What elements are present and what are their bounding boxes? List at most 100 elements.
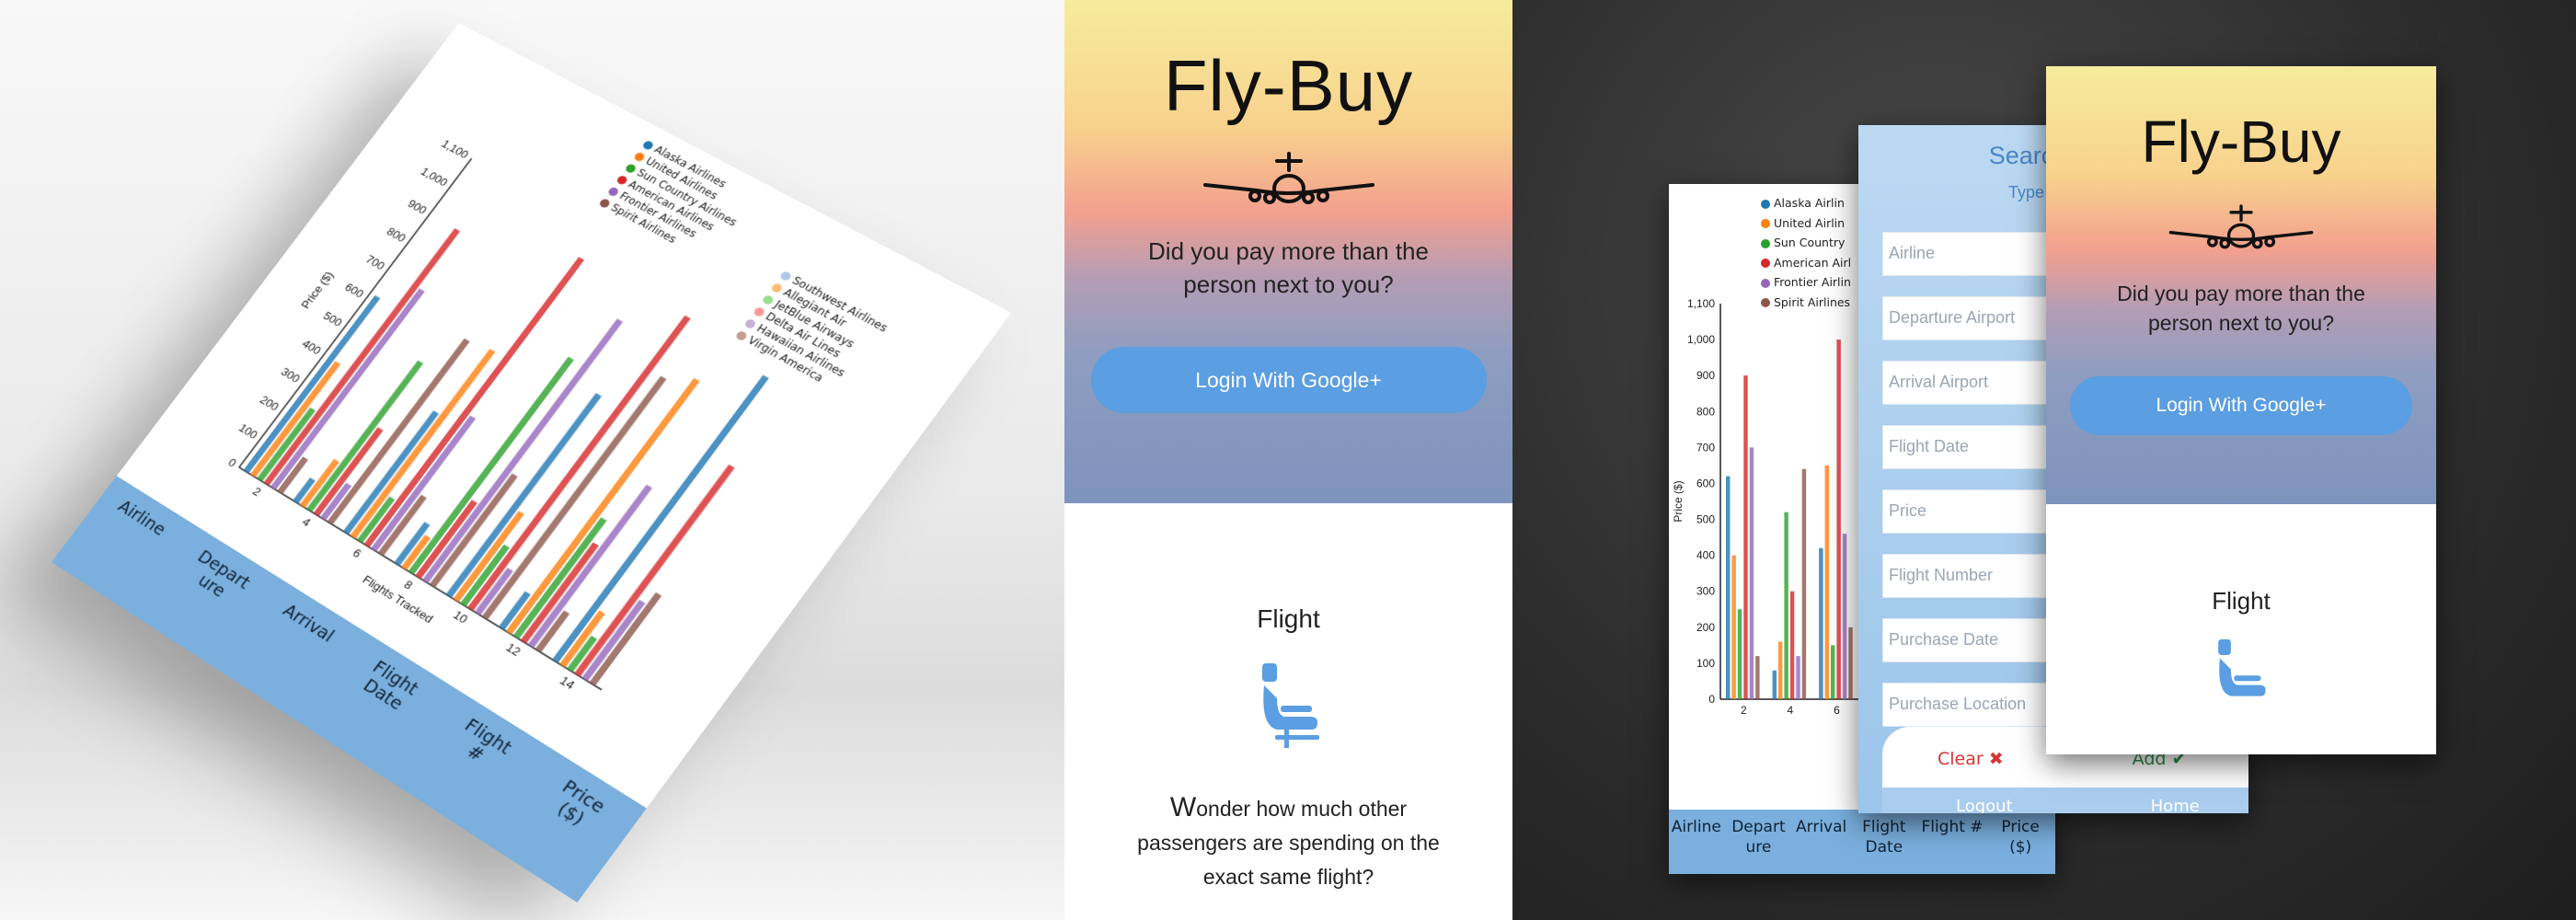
y-tick-label: 900	[1696, 369, 1715, 382]
chart-bar	[1801, 468, 1807, 699]
col-flight-number[interactable]: Flight #	[1921, 817, 1983, 837]
legend-label: Frontier Airlin	[1774, 275, 1851, 289]
legend-label: Alaska Airlin	[1774, 196, 1845, 210]
x-tick-label: 12	[503, 640, 523, 659]
legend-item: American Airl	[1761, 253, 1851, 273]
y-tick-label: 1,000	[1687, 333, 1715, 346]
legend-dot-icon	[1761, 278, 1770, 288]
legend-label: United Airlin	[1774, 215, 1846, 230]
legend-dot-icon	[1761, 219, 1770, 228]
y-tick-label: 900	[405, 198, 429, 217]
col-airline[interactable]: Airline	[114, 497, 169, 540]
logout-button[interactable]: Logout	[1956, 797, 2013, 813]
stacked-screens-panel: Alaska Airlin United Airlin Sun Country …	[1512, 0, 2576, 920]
y-tick-label: 1,100	[439, 138, 471, 162]
airplane-icon	[1202, 152, 1374, 204]
seat-icon	[1261, 663, 1319, 748]
y-axis-label: Price ($)	[299, 270, 336, 311]
chart-bar	[1772, 670, 1777, 699]
col-price[interactable]: Price ($)	[1988, 817, 2053, 857]
y-tick-label: 700	[363, 253, 387, 272]
table-header-bar: Airline Depart ure Arrival Flight Date F…	[1669, 810, 2055, 874]
tagline-line: person next to you?	[2147, 311, 2335, 335]
chart-bar	[1731, 555, 1736, 699]
app-title: Fly-Buy	[1163, 45, 1414, 126]
flight-heading: Flight	[2212, 587, 2271, 615]
col-flight-date[interactable]: Flight Date	[350, 653, 429, 720]
x-tick-label: 10	[451, 608, 470, 626]
bottom-nav: Logout Home	[1882, 788, 2248, 813]
y-tick-label: 200	[1696, 621, 1715, 634]
legend-dot-icon	[1761, 199, 1770, 209]
desc-line: passengers are spending on the	[1137, 831, 1440, 855]
legend-dot-icon	[606, 185, 621, 198]
col-departure[interactable]: Depart ure	[180, 546, 256, 610]
legend-dot-icon	[598, 197, 612, 209]
chart-bar	[1819, 547, 1823, 699]
hero-section: Fly-Buy Did you pay more than the person…	[2046, 66, 2436, 504]
col-arrival[interactable]: Arrival	[279, 601, 338, 647]
x-tick-label: 2	[250, 485, 263, 499]
y-tick-label: 200	[258, 394, 282, 414]
col-airline[interactable]: Airline	[1672, 817, 1721, 837]
desc-initial: W	[1169, 792, 1197, 822]
desc-line: exact same flight?	[1202, 865, 1374, 889]
legend-item: Frontier Airlin	[1761, 272, 1851, 293]
chart-bar	[1743, 375, 1748, 699]
chart-bar	[1726, 476, 1731, 699]
chart-bar	[1796, 656, 1800, 699]
login-screen-panel: Fly-Buy Did you pay more than the person…	[1064, 0, 1512, 920]
col-arrival[interactable]: Arrival	[1796, 817, 1846, 837]
seat-icon	[2218, 638, 2266, 696]
hero-section: Fly-Buy Did you pay more than the person…	[1064, 0, 1512, 503]
legend-label: Sun Country	[1774, 236, 1846, 249]
tagline-line: Did you pay more than the	[2117, 282, 2365, 305]
chart-bar	[574, 464, 735, 677]
x-tick-label: 6	[1834, 704, 1840, 717]
flight-section: Flight Wonder how much other passengers …	[1064, 604, 1512, 894]
chart-bar	[263, 228, 461, 486]
y-tick-label: 1,000	[418, 166, 450, 190]
chart-bar	[1749, 447, 1754, 699]
flight-description: Wonder how much other passengers are spe…	[1064, 790, 1512, 894]
tagline-line: person next to you?	[1183, 270, 1394, 298]
col-departure[interactable]: Depart ure	[1726, 817, 1790, 857]
x-tick-label: 4	[300, 515, 314, 529]
home-button[interactable]: Home	[2151, 797, 2200, 813]
legend-item: Alaska Airlin	[1761, 193, 1851, 213]
chart-bar	[1778, 641, 1783, 699]
login-card: Fly-Buy Did you pay more than the person…	[2046, 66, 2436, 754]
desc-line: onder how much other	[1196, 797, 1408, 821]
login-google-button[interactable]: Login With Google+	[2070, 376, 2412, 435]
y-tick-label: 0	[1708, 693, 1715, 706]
y-tick-label: 500	[1696, 513, 1715, 526]
chart-bar	[1784, 512, 1788, 699]
chart-bar	[1842, 534, 1847, 699]
legend-dot-icon	[624, 162, 638, 175]
y-tick-label: 600	[342, 282, 366, 301]
airplane-icon	[2168, 204, 2314, 249]
chart-bar	[1755, 656, 1760, 699]
chart-bar	[1824, 465, 1829, 699]
col-flight-date[interactable]: Flight Date	[1852, 817, 1916, 857]
clear-button[interactable]: Clear ✖	[1938, 749, 2004, 769]
y-tick-label: 100	[236, 421, 260, 442]
y-tick-label: 0	[225, 456, 238, 470]
y-tick-label: 300	[1696, 585, 1715, 598]
y-tick-label: 700	[1696, 441, 1715, 454]
legend-label: American Airl	[1774, 255, 1852, 270]
legend-dot-icon	[615, 174, 629, 186]
login-google-button[interactable]: Login With Google+	[1090, 347, 1487, 413]
col-price[interactable]: Price ($)	[535, 770, 618, 841]
legend-dot-icon	[761, 293, 776, 306]
col-flight-number[interactable]: Flight #	[442, 711, 523, 780]
chart-bar	[1737, 609, 1742, 699]
y-axis-label: Price ($)	[1672, 480, 1685, 522]
y-tick-label: 100	[1696, 657, 1715, 670]
x-tick-label: 14	[558, 673, 578, 692]
legend-dot-icon	[633, 151, 647, 163]
x-tick-label: 4	[1788, 704, 1794, 717]
tagline: Did you pay more than the person next to…	[2046, 279, 2436, 338]
y-tick-label: 400	[1696, 549, 1715, 562]
x-tick-label: 8	[401, 578, 415, 592]
